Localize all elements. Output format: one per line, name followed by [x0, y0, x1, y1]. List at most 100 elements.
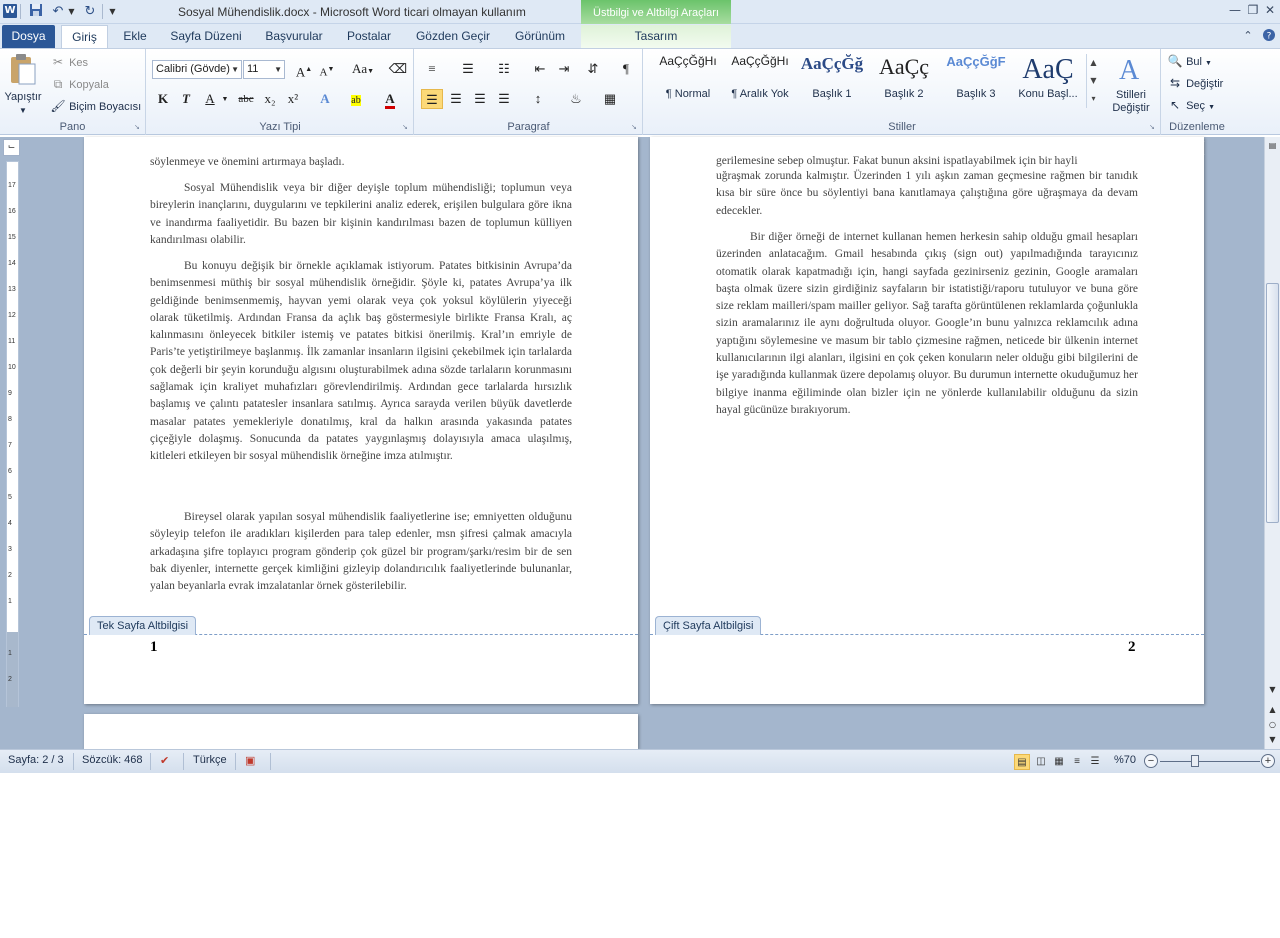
- decrease-indent-icon[interactable]: ⇤: [529, 59, 551, 79]
- copy-button[interactable]: ⧉ Kopyala: [50, 76, 109, 93]
- paragraph-launcher-icon[interactable]: ↘: [631, 123, 639, 131]
- word-count-status[interactable]: Sözcük: 468: [82, 754, 143, 766]
- style-normal[interactable]: AaÇçĞğHı ¶ Normal: [652, 54, 724, 107]
- full-screen-reading-icon[interactable]: ◫: [1033, 754, 1049, 770]
- replace-button[interactable]: ⇆ Değiştir: [1167, 75, 1223, 92]
- outline-view-icon[interactable]: ≡: [1069, 754, 1085, 770]
- clipboard-launcher-icon[interactable]: ↘: [134, 123, 142, 131]
- subscript-button[interactable]: x₂: [259, 89, 281, 109]
- page-3[interactable]: [84, 714, 638, 749]
- save-icon[interactable]: [28, 3, 44, 20]
- format-painter-button[interactable]: 🖌 Biçim Boyacısı: [50, 98, 141, 115]
- next-page-icon[interactable]: ▼: [1265, 733, 1280, 747]
- language-status[interactable]: Türkçe: [193, 754, 227, 766]
- select-button[interactable]: ↖ Seç ▼: [1167, 97, 1215, 116]
- close-icon[interactable]: ✕: [1262, 2, 1278, 18]
- tab-review[interactable]: Gözden Geçir: [407, 25, 499, 48]
- sort-icon[interactable]: ⇵: [582, 59, 604, 79]
- view-ruler-icon[interactable]: ▤: [1265, 139, 1280, 153]
- styles-gallery-scroll[interactable]: ▲ ▼ ▾: [1086, 54, 1100, 108]
- browse-object-icon[interactable]: ○: [1265, 718, 1280, 732]
- macro-recording-icon[interactable]: ▣: [245, 754, 255, 767]
- line-spacing-icon[interactable]: ↕: [527, 89, 549, 109]
- odd-page-footer-tag[interactable]: Tek Sayfa Altbilgisi: [89, 616, 197, 635]
- bold-button[interactable]: K: [152, 89, 174, 109]
- tab-insert[interactable]: Ekle: [114, 25, 156, 48]
- grow-font-button[interactable]: A▲: [293, 59, 315, 79]
- align-right-icon[interactable]: ☰: [469, 89, 491, 109]
- align-left-icon[interactable]: ☰: [421, 89, 443, 109]
- minimize-ribbon-icon[interactable]: ⌃: [1240, 28, 1256, 44]
- redo-icon[interactable]: ↻: [82, 3, 98, 20]
- clear-formatting-icon[interactable]: ⌫: [387, 59, 409, 79]
- italic-button[interactable]: T: [175, 89, 197, 109]
- numbering-icon[interactable]: ☰: [457, 59, 479, 79]
- even-page-footer-tag[interactable]: Çift Sayfa Altbilgisi: [655, 616, 762, 635]
- multilevel-list-icon[interactable]: ☷: [493, 59, 515, 79]
- zoom-level[interactable]: %70: [1114, 754, 1136, 766]
- change-styles-button[interactable]: A Stilleri Değiştir: [1106, 53, 1156, 115]
- customize-qat-icon[interactable]: ▼: [108, 3, 117, 20]
- zoom-slider-thumb[interactable]: [1191, 755, 1199, 767]
- tab-mailings[interactable]: Postalar: [339, 25, 399, 48]
- shading-icon[interactable]: ♨: [565, 89, 587, 109]
- text-effects-icon[interactable]: A: [314, 89, 336, 109]
- zoom-out-icon[interactable]: −: [1144, 754, 1158, 768]
- tab-view[interactable]: Görünüm: [506, 25, 574, 48]
- draft-view-icon[interactable]: ☰: [1087, 754, 1103, 770]
- font-color-button[interactable]: A: [379, 89, 401, 109]
- help-icon[interactable]: ?: [1261, 28, 1277, 44]
- underline-button[interactable]: A: [199, 89, 221, 109]
- restore-icon[interactable]: ❐: [1245, 2, 1261, 18]
- tab-page-layout[interactable]: Sayfa Düzeni: [163, 25, 249, 48]
- superscript-button[interactable]: x²: [282, 89, 304, 109]
- paste-button[interactable]: Yapıştır ▼: [2, 53, 44, 117]
- show-formatting-button[interactable]: ¶: [615, 59, 637, 79]
- increase-indent-icon[interactable]: ⇥: [553, 59, 575, 79]
- font-size-combo[interactable]: 11 ▼: [243, 60, 285, 79]
- shrink-font-button[interactable]: A▼: [316, 59, 338, 79]
- style-no-spacing[interactable]: AaÇçĞğHı ¶ Aralık Yok: [724, 54, 796, 107]
- minimize-icon[interactable]: —: [1227, 2, 1243, 18]
- highlight-button[interactable]: ab: [345, 89, 367, 109]
- vertical-ruler[interactable]: 17 16 15 14 13 12 11 10 9 8 7 6 5 4 3 2 …: [6, 161, 19, 707]
- bullets-icon[interactable]: ≡: [421, 59, 443, 79]
- proofing-icon[interactable]: ✔: [160, 754, 169, 767]
- change-case-button[interactable]: Aa▼: [349, 59, 377, 79]
- undo-dropdown-icon[interactable]: ▼: [67, 3, 76, 20]
- previous-page-icon[interactable]: ▲: [1265, 703, 1280, 717]
- word-app-icon[interactable]: W: [3, 4, 17, 18]
- styles-launcher-icon[interactable]: ↘: [1149, 123, 1157, 131]
- find-button[interactable]: 🔍 Bul ▼: [1167, 53, 1212, 72]
- print-layout-view-icon[interactable]: ▤: [1014, 754, 1030, 770]
- tab-home[interactable]: Giriş: [61, 25, 108, 48]
- font-launcher-icon[interactable]: ↘: [402, 123, 410, 131]
- underline-dropdown-icon[interactable]: ▼: [219, 89, 231, 109]
- vertical-scrollbar[interactable]: ▤ ▼ ▲ ▲ ○ ▼: [1264, 137, 1280, 749]
- scroll-thumb[interactable]: [1266, 283, 1279, 523]
- tab-references[interactable]: Başvurular: [255, 25, 333, 48]
- page-1[interactable]: söylenmeye ve önemini artırmaya başladı.…: [84, 137, 638, 704]
- scroll-down-arrow-icon[interactable]: ▼: [1265, 683, 1280, 697]
- borders-icon[interactable]: ▦: [599, 89, 621, 109]
- align-center-icon[interactable]: ☰: [445, 89, 467, 109]
- style-heading-1[interactable]: AaÇçĞğ Başlık 1: [796, 54, 868, 107]
- page-2[interactable]: gerilemesine sebep olmuştur. Fakat bunun…: [650, 137, 1204, 704]
- style-heading-3[interactable]: AaÇçĞğF Başlık 3: [940, 54, 1012, 107]
- page-count-status[interactable]: Sayfa: 2 / 3: [8, 754, 64, 766]
- cut-button[interactable]: ✂ Kes: [50, 54, 88, 71]
- zoom-slider-track[interactable]: [1160, 761, 1260, 762]
- page-number[interactable]: 1: [150, 639, 158, 656]
- page-number[interactable]: 2: [1128, 639, 1136, 656]
- strikethrough-button[interactable]: abc: [233, 89, 259, 109]
- font-name-combo[interactable]: Calibri (Gövde) ▼: [152, 60, 242, 79]
- web-layout-icon[interactable]: ▦: [1051, 754, 1067, 770]
- justify-icon[interactable]: ☰: [493, 89, 515, 109]
- tab-design[interactable]: Tasarım: [581, 25, 731, 48]
- style-title[interactable]: AaÇ Konu Başl...: [1012, 54, 1084, 107]
- style-heading-2[interactable]: AaÇç Başlık 2: [868, 54, 940, 107]
- zoom-in-icon[interactable]: +: [1261, 754, 1275, 768]
- tab-selector-icon[interactable]: ⌙: [3, 139, 20, 156]
- tab-file[interactable]: Dosya: [2, 25, 55, 48]
- undo-icon[interactable]: ↶: [50, 3, 66, 20]
